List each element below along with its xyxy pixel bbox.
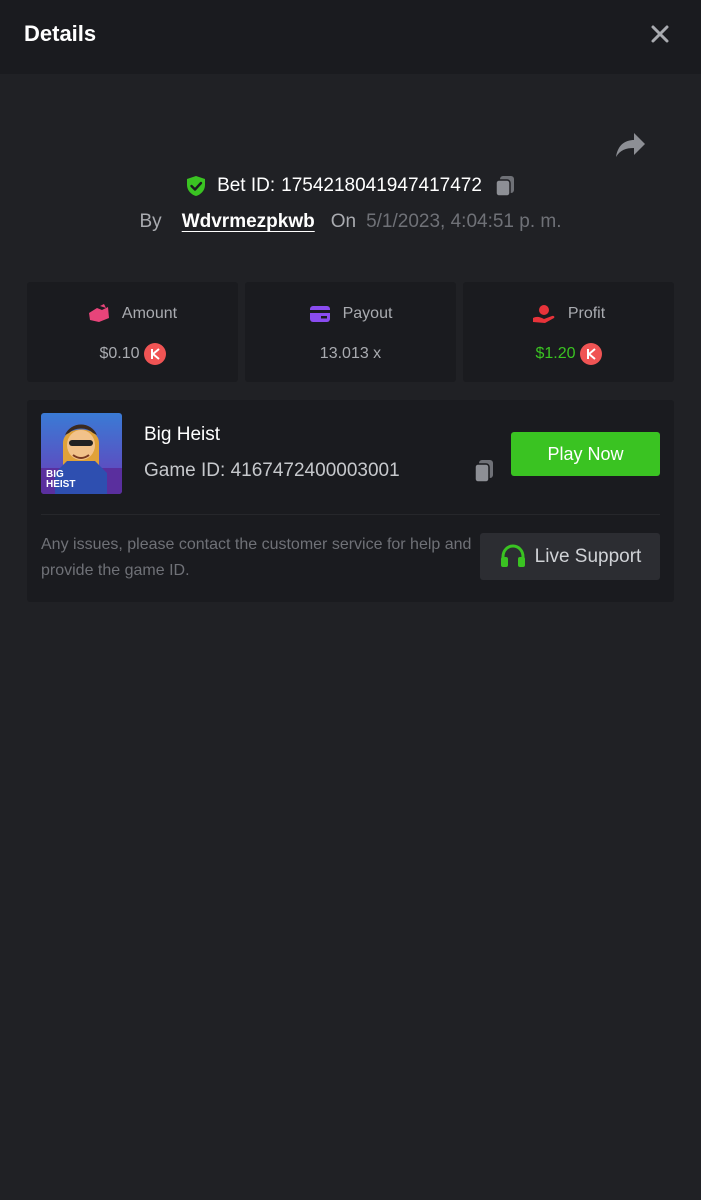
game-id-label: Game ID: bbox=[144, 460, 226, 481]
game-id-row: Game ID: 4167472400003001 bbox=[144, 460, 400, 482]
thumb-text-heist: HEIST bbox=[46, 479, 75, 490]
payout-card: Payout 13.013 x bbox=[245, 282, 456, 382]
live-support-label: Live Support bbox=[534, 545, 642, 567]
close-button[interactable] bbox=[646, 20, 674, 48]
copy-bet-id-button[interactable] bbox=[494, 175, 516, 197]
amount-value-row: $0.10 bbox=[27, 342, 238, 366]
profit-label: Profit bbox=[567, 305, 606, 322]
amount-value: $0.10 bbox=[99, 345, 140, 362]
bet-id-row: Bet ID: 1754218041947417472 bbox=[0, 172, 701, 200]
share-button[interactable] bbox=[612, 130, 648, 160]
close-icon bbox=[651, 25, 669, 43]
copy-icon bbox=[474, 460, 493, 483]
details-header: Details bbox=[0, 0, 701, 74]
help-text: Any issues, please contact the customer … bbox=[41, 536, 472, 579]
profit-icon bbox=[532, 304, 556, 324]
bet-id-value: 1754218041947417472 bbox=[281, 175, 482, 196]
game-thumbnail[interactable]: BIG HEIST bbox=[41, 413, 122, 494]
bet-icon bbox=[88, 304, 110, 324]
profit-header: Profit bbox=[463, 302, 674, 326]
payout-header: Payout bbox=[245, 302, 456, 326]
payout-value: 13.013 x bbox=[319, 345, 382, 362]
amount-label: Amount bbox=[121, 305, 178, 322]
game-card: BIG HEIST Big Heist Game ID: 41674724000… bbox=[27, 400, 674, 602]
copy-icon bbox=[495, 176, 514, 197]
currency-coin-icon bbox=[143, 343, 166, 365]
bet-author-row: By Wdvrmezpkwb On 5/1/2023, 4:04:51 p. m… bbox=[0, 208, 701, 236]
profit-value-row: $1.20 bbox=[463, 342, 674, 366]
payout-label: Payout bbox=[342, 305, 393, 322]
headset-icon bbox=[499, 543, 527, 570]
profit-card: Profit $1.20 bbox=[463, 282, 674, 382]
payout-value-row: 13.013 x bbox=[245, 342, 456, 366]
share-icon bbox=[616, 133, 645, 157]
game-id-value: 4167472400003001 bbox=[230, 460, 400, 481]
amount-header: Amount bbox=[27, 302, 238, 326]
shield-check-icon bbox=[185, 175, 207, 197]
copy-game-id-button[interactable] bbox=[473, 459, 495, 488]
on-label: On bbox=[330, 211, 357, 232]
live-support-button[interactable]: Live Support bbox=[480, 533, 660, 580]
user-link[interactable]: Wdvrmezpkwb bbox=[182, 211, 315, 233]
bet-id-label: Bet ID: bbox=[217, 175, 276, 196]
play-now-button[interactable]: Play Now bbox=[511, 432, 660, 476]
currency-coin-icon bbox=[579, 343, 602, 365]
profit-value: $1.20 bbox=[535, 345, 576, 362]
card-icon bbox=[309, 305, 331, 323]
page-title: Details bbox=[24, 21, 97, 46]
bet-date: 5/1/2023, 4:04:51 p. m. bbox=[366, 211, 562, 232]
details-content bbox=[0, 74, 701, 1200]
amount-card: Amount $0.10 bbox=[27, 282, 238, 382]
game-name: Big Heist bbox=[144, 424, 221, 445]
divider bbox=[41, 514, 660, 515]
by-label: By bbox=[139, 211, 162, 232]
